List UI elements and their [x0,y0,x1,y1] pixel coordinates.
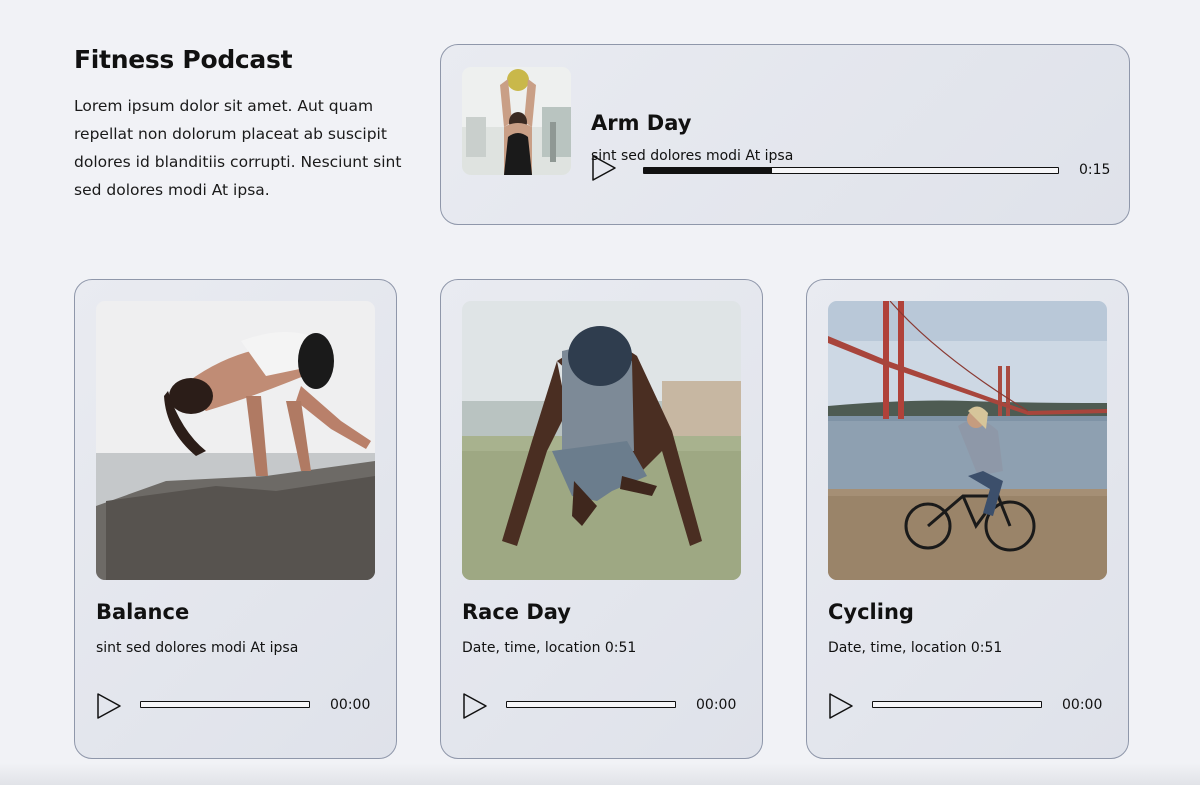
play-icon [829,693,853,719]
elapsed-time: 00:00 [330,697,371,713]
play-button[interactable] [96,692,122,720]
intro-section: Fitness Podcast Lorem ipsum dolor sit am… [74,45,414,204]
episode-subtitle: sint sed dolores modi At ipsa [591,148,794,164]
episode-title: Balance [96,600,190,624]
elapsed-time: 00:00 [1062,697,1103,713]
play-icon [592,155,616,181]
episode-card-cycling: Cycling Date, time, location 0:51 00:00 [806,279,1129,759]
race-day-photo [462,301,741,580]
episode-subtitle: Date, time, location 0:51 [828,640,1003,656]
progress-bar[interactable] [872,701,1042,708]
arm-day-photo [462,67,571,175]
progress-bar[interactable] [643,167,1059,174]
balance-photo [96,301,375,580]
episode-title: Arm Day [591,111,692,135]
progress-bar[interactable] [506,701,676,708]
episode-subtitle: sint sed dolores modi At ipsa [96,640,299,656]
episode-subtitle: Date, time, location 0:51 [462,640,637,656]
episode-title: Cycling [828,600,914,624]
play-button[interactable] [591,154,617,182]
intro-text: Lorem ipsum dolor sit amet. Aut quam rep… [74,97,402,199]
episode-card-balance: Balance sint sed dolores modi At ipsa 00… [74,279,397,759]
episode-title: Race Day [462,600,571,624]
page-title: Fitness Podcast [74,45,293,74]
featured-episode-card: Arm Day sint sed dolores modi At ipsa 0:… [440,44,1130,225]
elapsed-time: 00:00 [696,697,737,713]
cycling-photo [828,301,1107,580]
progress-bar[interactable] [140,701,310,708]
play-button[interactable] [828,692,854,720]
episode-card-race-day: Race Day Date, time, location 0:51 00:00 [440,279,763,759]
elapsed-time: 0:15 [1079,162,1111,178]
progress-fill [644,168,773,173]
page-bottom-shadow [0,763,1200,785]
play-icon [463,693,487,719]
play-button[interactable] [462,692,488,720]
play-icon [97,693,121,719]
